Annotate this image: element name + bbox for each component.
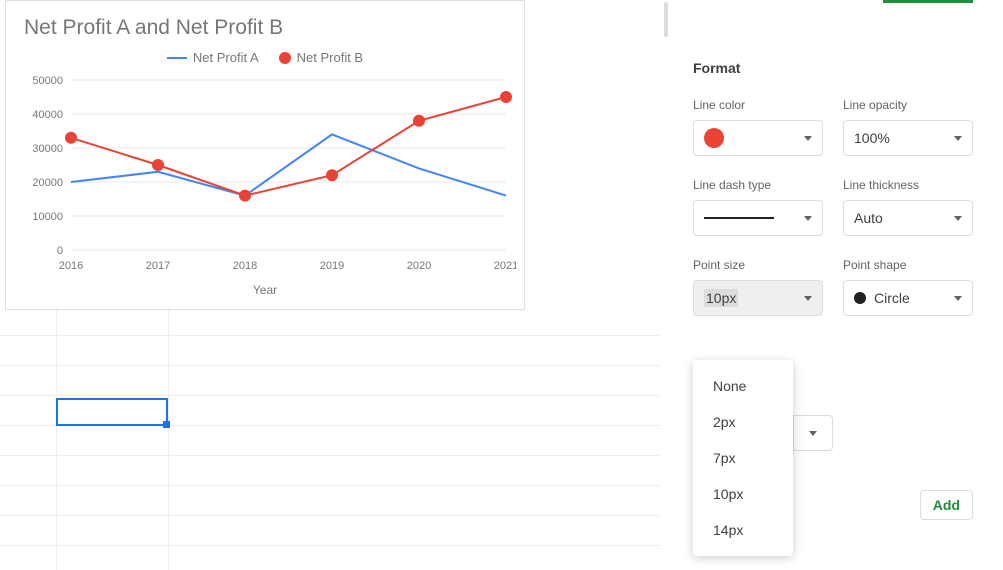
spreadsheet-main-area: Net Profit A and Net Profit B Net Profit… [0,0,660,567]
line-color-select[interactable] [693,120,823,156]
cell-resize-handle[interactable] [163,421,170,428]
legend-label: Net Profit A [193,50,259,65]
line-color-label: Line color [693,98,823,112]
line-opacity-group: Line opacity 100% [843,98,973,156]
svg-text:2019: 2019 [320,260,344,272]
line-dash-select[interactable] [693,200,823,236]
grid-line [168,310,169,570]
grid-line [0,485,660,486]
line-thickness-group: Line thickness Auto [843,178,973,236]
point-size-select[interactable]: 10px [693,280,823,316]
divider-handle-icon [664,2,668,37]
tab-indicator [883,0,973,3]
svg-text:2017: 2017 [146,260,170,272]
chart-svg: 0 10000 20000 30000 40000 50000 2016 2017 2018 20… [16,75,516,275]
svg-text:2018: 2018 [233,260,257,272]
point-size-dropdown-menu: None2px7px10px14px [693,360,793,556]
svg-text:30000: 30000 [32,143,63,155]
dropdown-item[interactable]: 10px [693,476,793,512]
grid-line [0,455,660,456]
chart-title: Net Profit A and Net Profit B [16,16,514,40]
circle-icon [854,292,866,304]
point-shape-label: Point shape [843,258,973,272]
caret-down-icon [954,216,962,221]
caret-down-icon [954,296,962,301]
legend-dot-icon [279,52,291,64]
point-size-label: Point size [693,258,823,272]
legend-item-series-b: Net Profit B [279,50,363,65]
selected-cell[interactable] [56,398,168,426]
grid-line [0,365,660,366]
line-opacity-value: 100% [854,130,890,146]
grid-line [0,545,660,546]
legend-item-series-a: Net Profit A [167,50,259,65]
dropdown-item[interactable]: 2px [693,404,793,440]
line-opacity-label: Line opacity [843,98,973,112]
partial-select[interactable] [793,415,833,451]
line-color-group: Line color [693,98,823,156]
chart-container[interactable]: Net Profit A and Net Profit B Net Profit… [5,0,525,310]
svg-text:0: 0 [57,245,63,257]
svg-text:50000: 50000 [32,75,63,87]
legend-label: Net Profit B [297,50,363,65]
caret-down-icon [954,136,962,141]
chart-legend: Net Profit A Net Profit B [16,50,514,65]
svg-text:2020: 2020 [407,260,431,272]
format-sidebar: Format Line color Line opacity 100% Line… [673,0,1003,567]
color-swatch-icon [704,128,724,148]
chart-xlabel: Year [16,283,514,297]
line-solid-icon [704,217,774,219]
caret-down-icon [804,216,812,221]
line-opacity-select[interactable]: 100% [843,120,973,156]
point-size-group: Point size 10px [693,258,823,316]
caret-down-icon [804,296,812,301]
dropdown-item[interactable]: None [693,368,793,404]
point-shape-value: Circle [874,290,910,306]
legend-line-icon [167,57,187,59]
line-thickness-select[interactable]: Auto [843,200,973,236]
grid-line [0,395,660,396]
add-button[interactable]: Add [920,490,973,520]
grid-line [56,310,57,570]
svg-text:40000: 40000 [32,109,63,121]
sidebar-divider[interactable] [660,0,672,567]
chart-plot-area: 0 10000 20000 30000 40000 50000 2016 2017 2018 20… [16,75,514,275]
svg-text:20000: 20000 [32,177,63,189]
format-heading: Format [693,60,973,76]
grid-line [0,515,660,516]
line-dash-label: Line dash type [693,178,823,192]
point-shape-select[interactable]: Circle [843,280,973,316]
svg-text:2021: 2021 [494,260,516,272]
point-shape-group: Point shape Circle [843,258,973,316]
line-thickness-value: Auto [854,210,883,226]
dropdown-item[interactable]: 14px [693,512,793,548]
svg-text:2016: 2016 [59,260,83,272]
grid-line [0,335,660,336]
point-size-value: 10px [704,289,738,307]
caret-down-icon [804,136,812,141]
svg-text:10000: 10000 [32,211,63,223]
line-dash-group: Line dash type [693,178,823,236]
dropdown-item[interactable]: 7px [693,440,793,476]
caret-down-icon [809,431,817,436]
line-thickness-label: Line thickness [843,178,973,192]
